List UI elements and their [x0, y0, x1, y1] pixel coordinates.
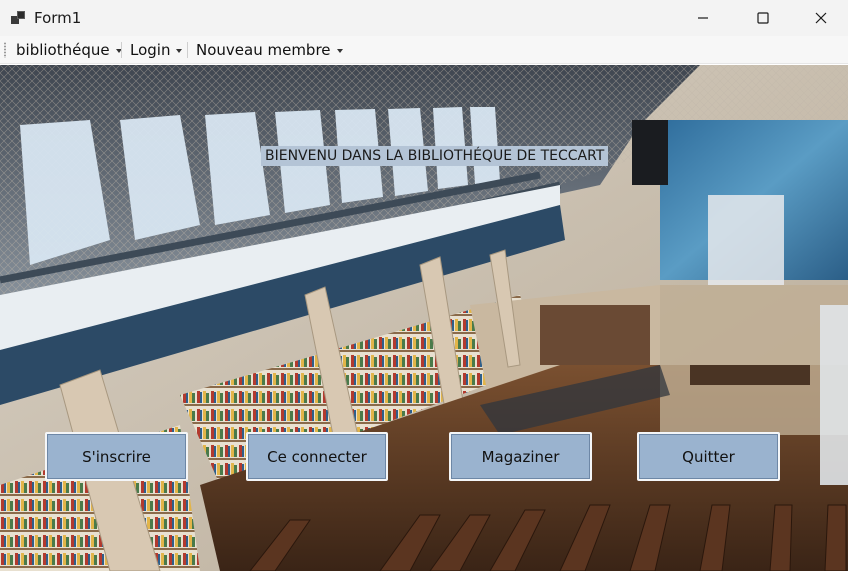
- welcome-label: BIENVENU DANS LA BIBLIOTHÉQUE DE TECCART: [261, 146, 609, 166]
- connect-button[interactable]: Ce connecter: [246, 432, 388, 481]
- menu-separator: [187, 42, 188, 58]
- maximize-button[interactable]: [734, 0, 792, 36]
- menu-grip-icon[interactable]: [4, 42, 6, 58]
- minimize-button[interactable]: [674, 0, 732, 36]
- title-bar[interactable]: Form1: [0, 0, 848, 36]
- menu-item-label: Nouveau membre: [196, 41, 331, 59]
- menu-item-label: Login: [130, 41, 171, 59]
- close-icon: [815, 12, 827, 24]
- menu-separator: [121, 42, 122, 58]
- menu-item-label: bibliothéque: [16, 41, 110, 59]
- menu-item-login[interactable]: Login: [130, 40, 183, 60]
- app-icon: [10, 10, 26, 26]
- caret-down-icon: [176, 49, 183, 53]
- store-button[interactable]: Magaziner: [449, 432, 592, 481]
- menu-strip: bibliothéque Login Nouveau membre: [0, 36, 848, 64]
- caret-down-icon: [336, 49, 343, 53]
- close-button[interactable]: [792, 0, 848, 36]
- menu-item-nouveau-membre[interactable]: Nouveau membre: [196, 40, 343, 60]
- quit-button[interactable]: Quitter: [637, 432, 780, 481]
- menu-item-bibliotheque[interactable]: bibliothéque: [16, 40, 122, 60]
- minimize-icon: [698, 17, 708, 19]
- form-client-area: BIENVENU DANS LA BIBLIOTHÉQUE DE TECCART…: [0, 65, 848, 571]
- window-title: Form1: [34, 9, 82, 27]
- register-button[interactable]: S'inscrire: [45, 432, 188, 481]
- library-background-image: [0, 65, 848, 571]
- maximize-icon: [757, 12, 769, 24]
